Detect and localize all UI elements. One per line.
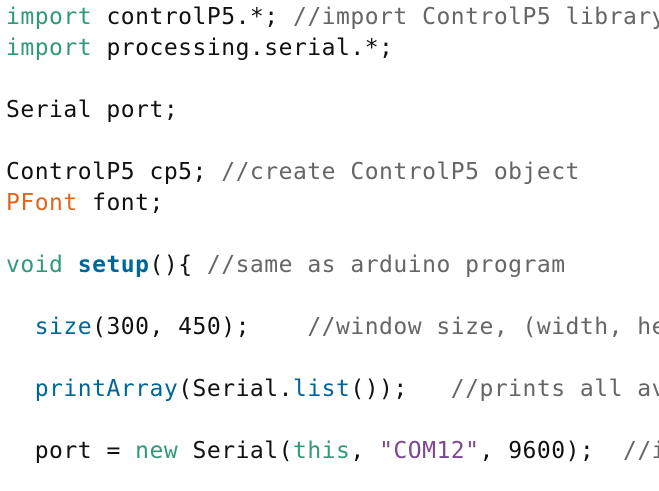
code-line-6: ControlP5 cp5; //create ControlP5 object — [6, 157, 580, 187]
code-token: ()); — [350, 376, 451, 402]
type-token: PFont — [6, 190, 78, 216]
code-line-7: PFont font; — [6, 188, 164, 218]
indent-token — [6, 376, 35, 402]
code-line-2: import processing.serial.*; — [6, 33, 393, 63]
code-token: Serial port; — [6, 97, 179, 123]
keyword-token: new — [135, 438, 179, 464]
keyword-token: void — [6, 252, 64, 278]
code-token: controlP5.*; — [92, 4, 293, 30]
code-line-13: printArray(Serial.list()); //prints all … — [6, 374, 659, 404]
indent-token — [6, 438, 35, 464]
code-token: ControlP5 cp5; — [6, 159, 222, 185]
keyword-token: import — [6, 4, 93, 30]
code-token: , 9600); — [479, 438, 623, 464]
code-token: Serial( — [178, 438, 293, 464]
indent-token — [6, 314, 35, 340]
comment-token: //window size, (width, height) — [307, 314, 659, 340]
code-line-15: port = new Serial(this, "COM12", 9600); … — [6, 436, 659, 466]
function-token: printArray — [34, 376, 179, 402]
comment-token: //import ControlP5 library — [292, 4, 659, 30]
string-token: "COM12" — [379, 438, 480, 464]
comment-token: //create ControlP5 object — [221, 159, 580, 185]
keyword-token: this — [292, 438, 351, 464]
comment-token: //same as arduino program — [206, 252, 566, 278]
code-token: (Serial. — [178, 376, 293, 402]
keyword-token: import — [6, 35, 93, 61]
function-token: setup — [77, 252, 150, 278]
function-token: list — [292, 376, 351, 402]
function-token: size — [34, 314, 93, 340]
comment-token: //prints all available serial ports — [450, 376, 659, 402]
code-editor[interactable]: import controlP5.*; //import ControlP5 l… — [0, 0, 659, 491]
code-line-11: size(300, 450); //window size, (width, h… — [6, 312, 659, 342]
code-line-1: import controlP5.*; //import ControlP5 l… — [6, 2, 659, 32]
code-token: port = — [34, 438, 136, 464]
code-token: font; — [77, 190, 164, 216]
comment-token: //i have connected arduino to com12 — [622, 438, 659, 464]
code-token: (){ — [149, 252, 207, 278]
code-line-9: void setup(){ //same as arduino program — [6, 250, 566, 280]
code-token: processing.serial.*; — [92, 35, 394, 61]
code-line-4: Serial port; — [6, 95, 178, 125]
code-token: (300, 450); — [92, 314, 308, 340]
code-token: , — [350, 438, 380, 464]
